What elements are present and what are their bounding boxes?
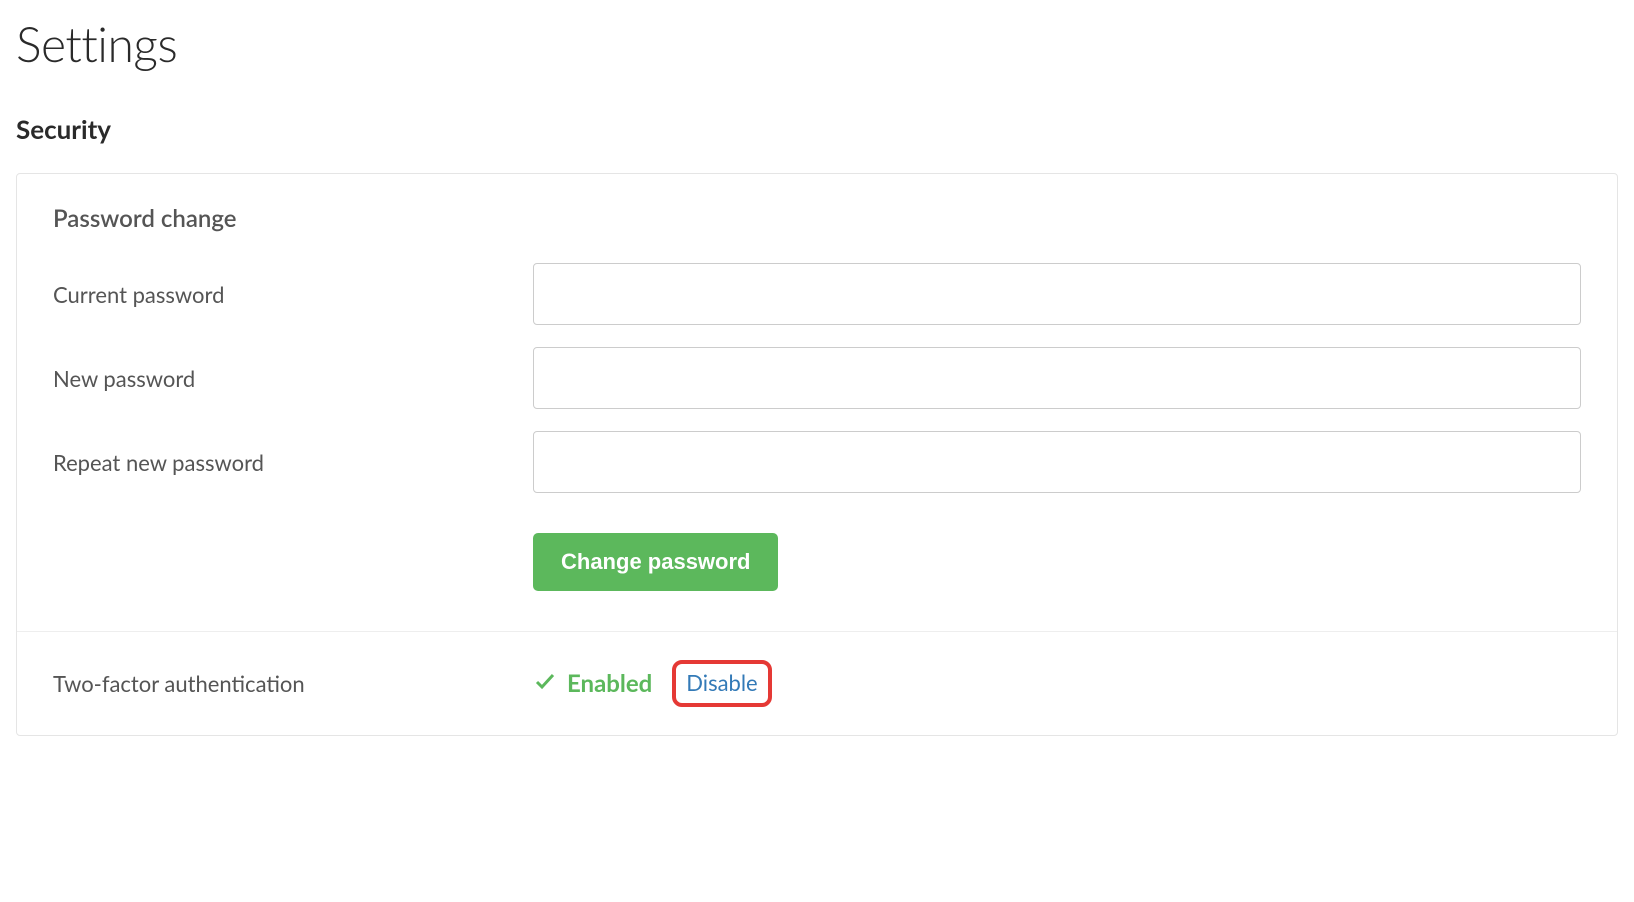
- repeat-password-label: Repeat new password: [53, 449, 533, 476]
- new-password-input[interactable]: [533, 347, 1581, 409]
- password-change-section: Password change Current password New pas…: [17, 174, 1617, 631]
- two-factor-label: Two-factor authentication: [53, 670, 533, 697]
- repeat-password-row: Repeat new password: [53, 431, 1581, 493]
- two-factor-status: Enabled: [533, 669, 652, 698]
- new-password-row: New password: [53, 347, 1581, 409]
- two-factor-status-wrap: Enabled Disable: [533, 660, 772, 707]
- change-password-button[interactable]: Change password: [533, 533, 778, 591]
- two-factor-status-text: Enabled: [567, 669, 652, 698]
- check-icon: [533, 669, 557, 697]
- button-spacer: [53, 533, 533, 591]
- security-panel: Password change Current password New pas…: [16, 173, 1618, 736]
- submit-row: Change password: [53, 533, 1581, 591]
- password-change-heading: Password change: [53, 204, 1581, 233]
- repeat-password-input[interactable]: [533, 431, 1581, 493]
- security-heading: Security: [16, 113, 1618, 145]
- page-title: Settings: [16, 16, 1618, 73]
- current-password-input[interactable]: [533, 263, 1581, 325]
- two-factor-row: Two-factor authentication Enabled Disabl…: [17, 632, 1617, 735]
- current-password-label: Current password: [53, 281, 533, 308]
- current-password-row: Current password: [53, 263, 1581, 325]
- new-password-label: New password: [53, 365, 533, 392]
- disable-two-factor-link[interactable]: Disable: [672, 660, 771, 707]
